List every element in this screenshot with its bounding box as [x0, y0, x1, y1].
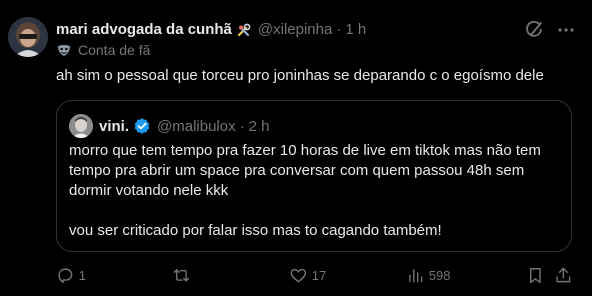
retweet-icon: [173, 268, 190, 282]
grok-icon[interactable]: [525, 20, 545, 40]
quoted-separator-dot: ·: [239, 117, 245, 135]
reply-button[interactable]: 1: [56, 264, 86, 286]
share-button[interactable]: [554, 264, 573, 286]
quoted-paragraph: vou ser criticado por falar isso mas to …: [69, 222, 442, 239]
bookmark-icon: [529, 267, 541, 283]
like-count: 17: [311, 267, 327, 283]
share-icon: [556, 267, 571, 282]
verified-icon: [133, 117, 151, 135]
bookmark-button[interactable]: [526, 264, 545, 286]
timestamp[interactable]: 1 h: [345, 20, 366, 40]
community-badge[interactable]: Conta de fã: [56, 42, 150, 58]
like-icon: [290, 268, 307, 282]
reply-count: 1: [78, 267, 86, 283]
author-handle[interactable]: @xilepinha: [258, 20, 332, 40]
like-button[interactable]: 17: [289, 264, 326, 286]
quoted-header: vini. @malibulox · 2 h: [69, 114, 269, 138]
separator-dot: ·: [336, 21, 342, 38]
views-count: 598: [428, 267, 451, 283]
views-icon: [409, 268, 423, 282]
community-label: Conta de fã: [78, 42, 151, 58]
quoted-author-name[interactable]: vini.: [99, 118, 129, 135]
quoted-tweet[interactable]: vini. @malibulox · 2 h morro que tem tem…: [56, 100, 572, 252]
tweet-text: ah sim o pessoal que torceu pro joninhas…: [56, 67, 544, 84]
quoted-author-handle[interactable]: @malibulox: [157, 118, 236, 135]
quoted-timestamp[interactable]: 2 h: [249, 118, 270, 135]
tweet[interactable]: mari advogada da cunhã @xilepinha · 1 h: [0, 0, 592, 296]
author-name[interactable]: mari advogada da cunhã: [56, 20, 232, 40]
avatar[interactable]: [8, 17, 48, 57]
mask-icon: [56, 42, 72, 58]
quoted-avatar[interactable]: [69, 114, 93, 138]
views-button[interactable]: 598: [406, 264, 450, 286]
action-bar: 1 17 598: [56, 264, 572, 286]
retweet-button[interactable]: [172, 264, 195, 286]
reply-icon: [58, 268, 73, 283]
quoted-text: morro que tem tempo pra fazer 10 horas d…: [69, 141, 565, 241]
more-icon[interactable]: [556, 20, 576, 40]
tweet-header: mari advogada da cunhã @xilepinha · 1 h: [56, 20, 366, 40]
quoted-paragraph: morro que tem tempo pra fazer 10 horas d…: [69, 142, 541, 199]
tools-emoji-icon: [236, 22, 252, 38]
